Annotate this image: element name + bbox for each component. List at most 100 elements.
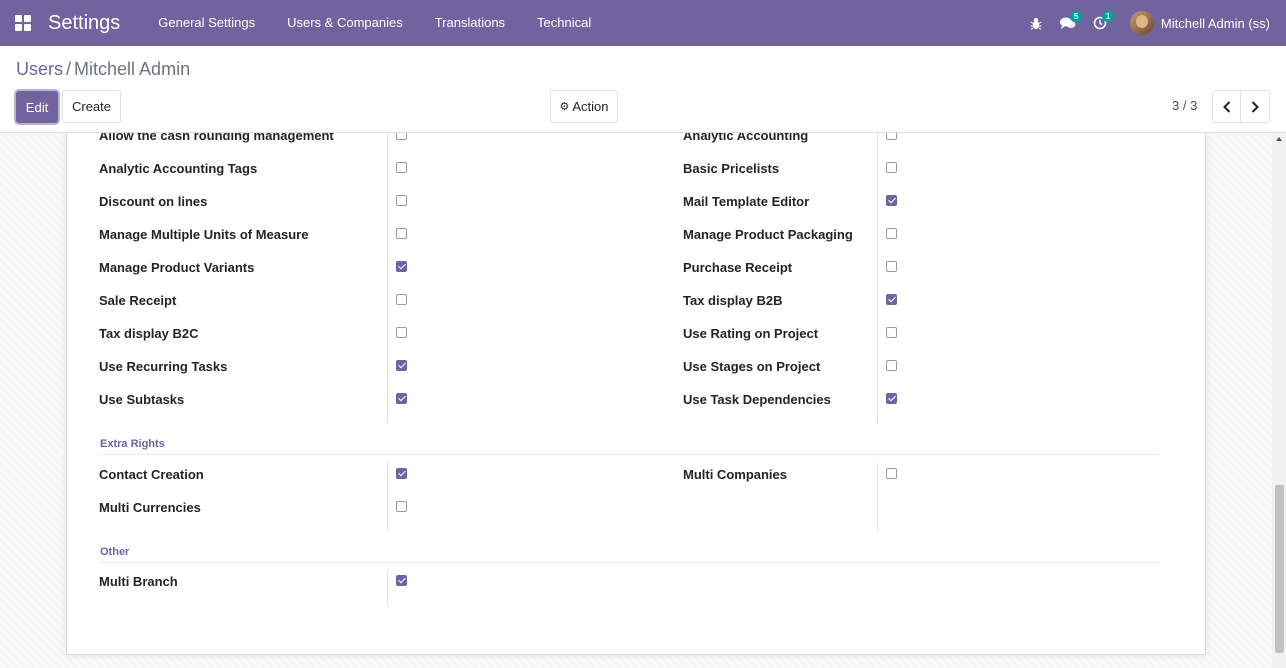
extra-right-checkbox[interactable] xyxy=(886,468,897,479)
access-right-row: Sale Receipt xyxy=(99,290,176,310)
vertical-scrollbar[interactable] xyxy=(1272,133,1286,668)
pager-value[interactable]: 3 / 3 xyxy=(1172,98,1197,113)
access-right-checkbox[interactable] xyxy=(886,195,897,206)
access-right-label: Discount on lines xyxy=(99,193,208,209)
access-right-row: Use Recurring Tasks xyxy=(99,356,227,376)
access-right-label: Manage Multiple Units of Measure xyxy=(99,226,309,242)
access-right-row: Use Subtasks xyxy=(99,389,184,409)
access-right-checkbox[interactable] xyxy=(886,360,897,371)
other-right-label: Multi Branch xyxy=(99,573,178,589)
other-right-checkbox[interactable] xyxy=(396,575,407,586)
column-divider xyxy=(387,133,388,423)
user-menu[interactable]: Mitchell Admin (ss) xyxy=(1129,11,1270,35)
access-right-label: Manage Product Variants xyxy=(99,259,255,275)
access-right-row: Manage Multiple Units of Measure xyxy=(99,224,308,244)
apps-menu-icon[interactable] xyxy=(0,0,46,46)
app-brand[interactable]: Settings xyxy=(48,12,120,35)
breadcrumb-users-link[interactable]: Users xyxy=(16,59,63,79)
extra-right-label: Multi Companies xyxy=(683,466,788,482)
access-right-checkbox[interactable] xyxy=(396,294,407,305)
access-right-checkbox[interactable] xyxy=(886,133,897,140)
scroll-thumb[interactable] xyxy=(1275,485,1284,653)
access-right-row: Contact Creation xyxy=(99,464,204,484)
access-right-row: Multi Currencies xyxy=(99,497,201,517)
form-sheet: Allow the cash rounding management Analyt… xyxy=(66,133,1206,655)
access-right-row: Tax display B2B xyxy=(683,290,782,310)
access-right-label: Analytic Accounting Tags xyxy=(99,160,258,176)
access-right-checkbox[interactable] xyxy=(396,228,407,239)
menu-users-companies[interactable]: Users & Companies xyxy=(271,0,419,46)
menu-technical[interactable]: Technical xyxy=(521,0,607,46)
breadcrumb: Users / Mitchell Admin xyxy=(16,59,190,80)
access-right-label: Use Recurring Tasks xyxy=(99,358,228,374)
access-right-row: Tax display B2C xyxy=(99,323,198,343)
extra-right-label: Contact Creation xyxy=(99,466,204,482)
access-right-checkbox[interactable] xyxy=(396,393,407,404)
pager-next-button[interactable] xyxy=(1240,90,1270,123)
access-right-label: Mail Template Editor xyxy=(683,193,810,209)
access-right-checkbox[interactable] xyxy=(886,327,897,338)
access-right-row: Use Task Dependencies xyxy=(683,389,831,409)
column-divider xyxy=(877,133,878,423)
access-right-label: Allow the cash rounding management xyxy=(99,133,334,143)
action-button[interactable]: ⚙ Action xyxy=(550,90,618,123)
access-right-checkbox[interactable] xyxy=(886,294,897,305)
access-right-row: Analytic Accounting Tags xyxy=(99,158,257,178)
avatar xyxy=(1129,11,1154,35)
breadcrumb-current: Mitchell Admin xyxy=(74,59,191,79)
create-button[interactable]: Create xyxy=(62,90,121,123)
access-right-label: Use Rating on Project xyxy=(683,325,819,341)
action-button-label: Action xyxy=(572,99,609,114)
extra-right-checkbox[interactable] xyxy=(396,468,407,479)
column-divider xyxy=(387,571,388,605)
section-extra-rights-line xyxy=(99,454,1159,455)
access-right-row: Allow the cash rounding management xyxy=(99,133,334,145)
access-right-checkbox[interactable] xyxy=(396,162,407,173)
access-right-checkbox[interactable] xyxy=(886,393,897,404)
user-name: Mitchell Admin (ss) xyxy=(1160,15,1270,31)
access-right-row: Mail Template Editor xyxy=(683,191,809,211)
access-right-label: Tax display B2C xyxy=(99,325,199,341)
access-right-row: Multi Branch xyxy=(99,571,178,591)
chevron-left-icon xyxy=(1222,100,1230,113)
access-right-row: Multi Companies xyxy=(683,464,787,484)
menu-translations[interactable]: Translations xyxy=(419,0,521,46)
access-right-checkbox[interactable] xyxy=(886,162,897,173)
extra-right-checkbox[interactable] xyxy=(396,501,407,512)
form-view-content: Allow the cash rounding management Analyt… xyxy=(0,133,1286,668)
access-right-label: Analytic Accounting xyxy=(683,133,809,143)
control-panel: Users / Mitchell Admin Edit Create ⚙ Actio… xyxy=(0,46,1286,133)
menu-general-settings[interactable]: General Settings xyxy=(142,0,271,46)
access-right-checkbox[interactable] xyxy=(886,228,897,239)
scroll-up-arrow-icon[interactable] xyxy=(1276,137,1282,141)
access-right-checkbox[interactable] xyxy=(396,261,407,272)
access-right-row: Use Stages on Project xyxy=(683,356,820,376)
pager-previous-button[interactable] xyxy=(1212,90,1241,123)
access-right-label: Basic Pricelists xyxy=(683,160,780,176)
access-right-checkbox[interactable] xyxy=(886,261,897,272)
top-navbar: Settings General Settings Users & Compan… xyxy=(0,0,1286,46)
access-right-checkbox[interactable] xyxy=(396,360,407,371)
access-right-row: Purchase Receipt xyxy=(683,257,792,277)
messages-icon[interactable]: 5 xyxy=(1052,0,1084,46)
access-right-label: Use Stages on Project xyxy=(683,358,821,374)
debug-bug-icon[interactable] xyxy=(1020,0,1052,46)
access-right-row: Manage Product Variants xyxy=(99,257,254,277)
chevron-right-icon xyxy=(1251,100,1259,113)
access-right-row: Basic Pricelists xyxy=(683,158,779,178)
section-extra-rights: Extra Rights xyxy=(100,438,165,450)
access-right-label: Tax display B2B xyxy=(683,292,783,308)
access-right-checkbox[interactable] xyxy=(396,133,407,140)
access-right-row: Manage Product Packaging xyxy=(683,224,853,244)
messages-count-badge: 5 xyxy=(1069,11,1083,22)
edit-button[interactable]: Edit xyxy=(16,91,58,123)
access-right-row: Use Rating on Project xyxy=(683,323,818,343)
column-divider xyxy=(877,463,878,531)
access-right-row: Discount on lines xyxy=(99,191,207,211)
access-right-checkbox[interactable] xyxy=(396,327,407,338)
activity-clock-icon[interactable]: 1 xyxy=(1084,0,1116,46)
column-divider xyxy=(387,463,388,531)
access-right-label: Manage Product Packaging xyxy=(683,226,853,242)
section-other-line xyxy=(99,562,1159,563)
access-right-checkbox[interactable] xyxy=(396,195,407,206)
